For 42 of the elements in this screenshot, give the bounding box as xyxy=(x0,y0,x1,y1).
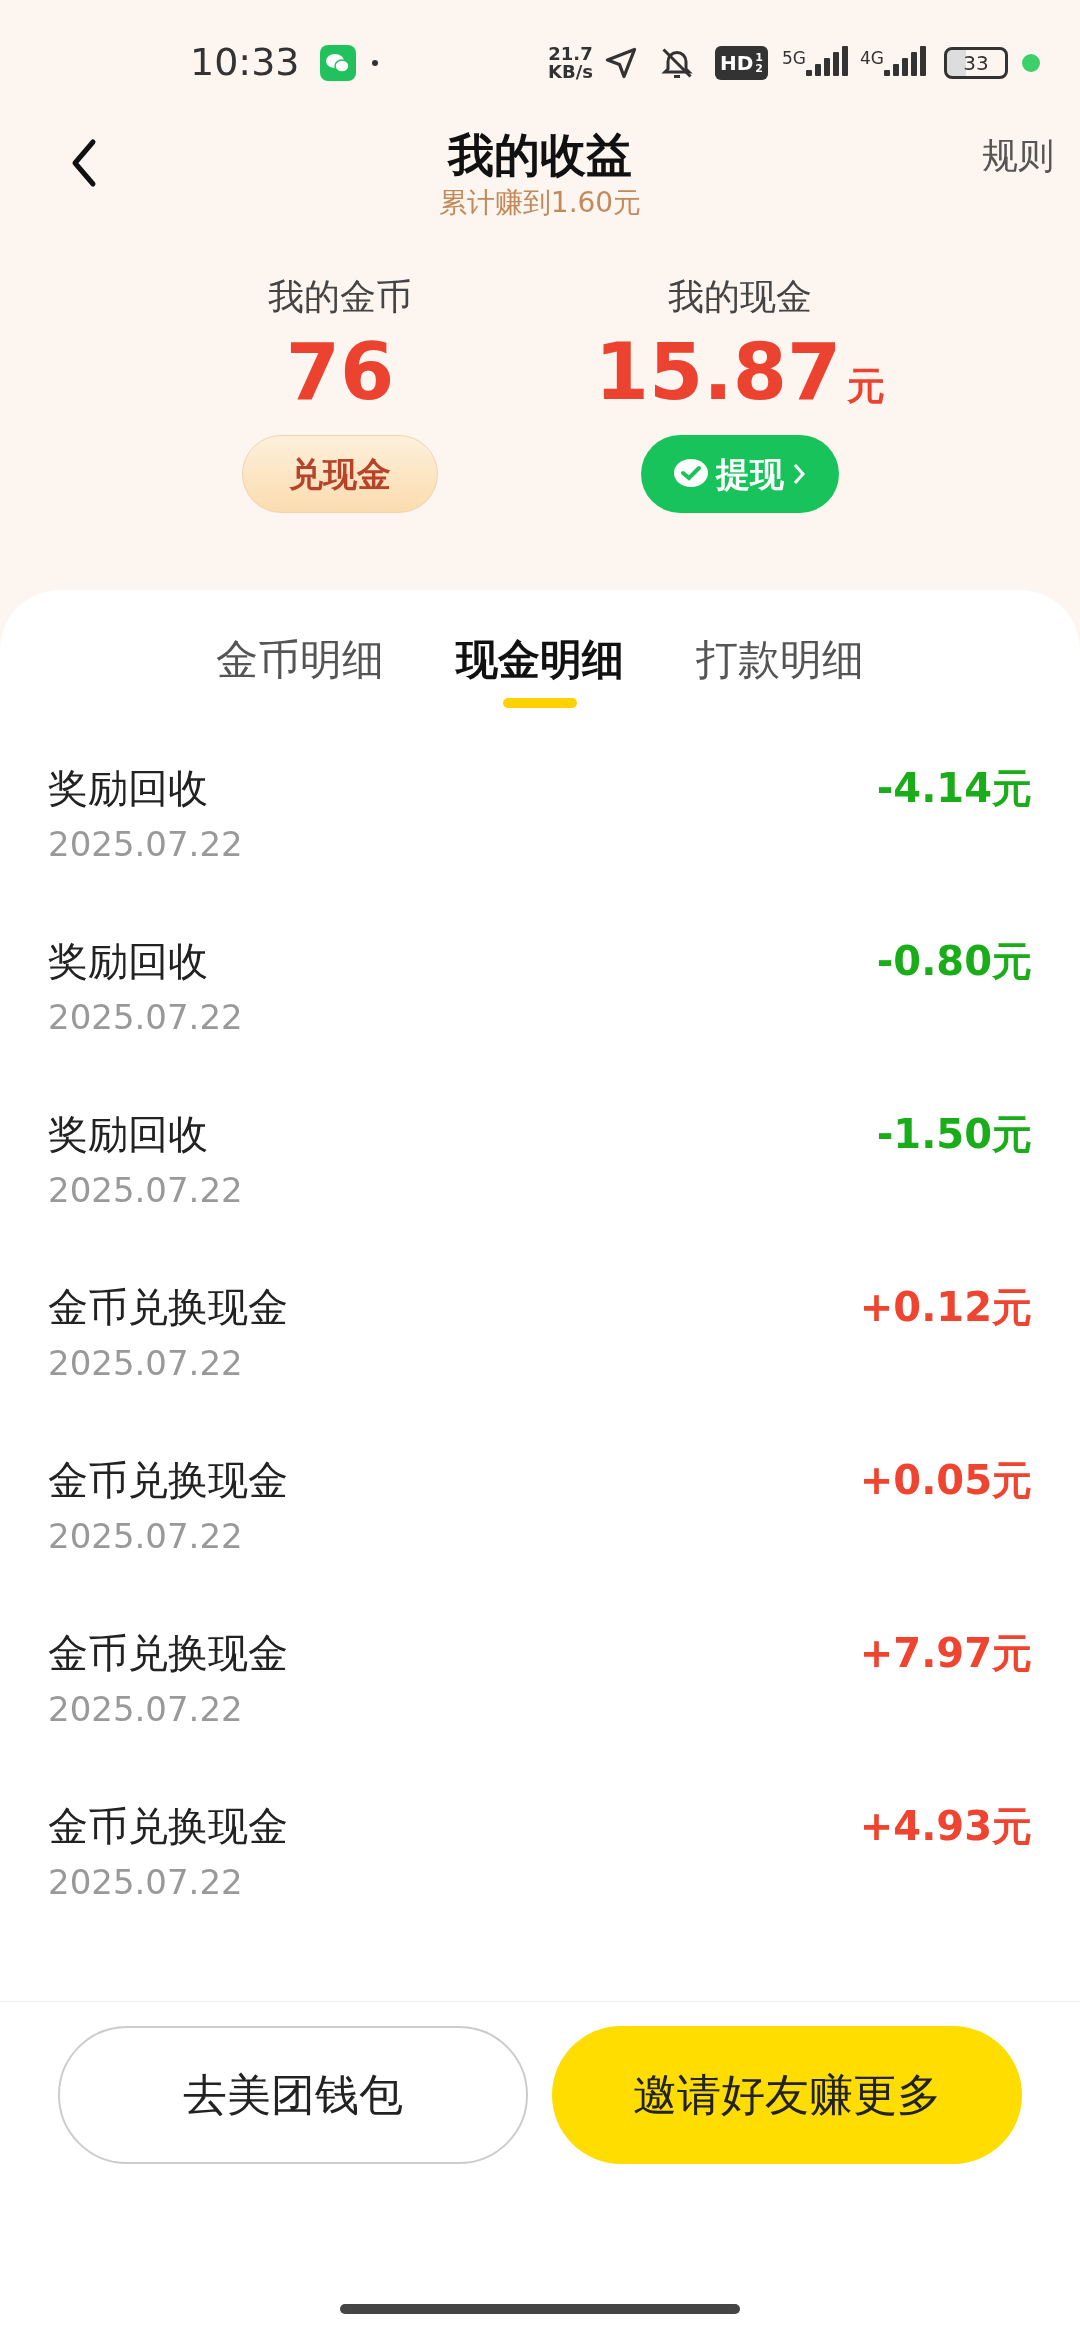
record-title: 金币兑换现金 xyxy=(48,1456,288,1505)
exchange-button[interactable]: 兑现金 xyxy=(242,435,438,513)
battery-icon: 33 xyxy=(944,46,1008,79)
total-earned: 累计赚到1.60元 xyxy=(438,185,642,221)
record-amount: -1.50元 xyxy=(876,1110,1032,1159)
record-title: 金币兑换现金 xyxy=(48,1283,288,1332)
record-date: 2025.07.22 xyxy=(48,1515,244,1558)
record-title: 奖励回收 xyxy=(48,764,209,813)
summary-label: 我的金币 xyxy=(268,275,412,319)
record-title: 奖励回收 xyxy=(48,1110,209,1159)
tab[interactable]: 金币明细 xyxy=(216,632,384,730)
record-date: 2025.07.22 xyxy=(48,1861,244,1904)
record-date: 2025.07.22 xyxy=(48,996,243,1039)
tab[interactable]: 现金明细 xyxy=(456,632,624,730)
tab[interactable]: 打款明细 xyxy=(696,632,864,730)
page-title: 我的收益 xyxy=(448,127,632,184)
record-title: 金币兑换现金 xyxy=(48,1629,288,1678)
wallet-button[interactable]: 去美团钱包 xyxy=(58,2026,528,2164)
record-amount: -0.80元 xyxy=(876,937,1032,986)
network-type: 5G xyxy=(782,46,806,70)
status-time: 10:33 xyxy=(190,39,300,86)
unit-label: 元 xyxy=(847,363,886,410)
invite-button[interactable]: 邀请好友赚更多 xyxy=(552,2026,1022,2164)
summary-value: 15.87 xyxy=(594,327,842,417)
record-title: 金币兑换现金 xyxy=(48,1802,288,1851)
chat-app-icon xyxy=(319,44,356,81)
summary-label: 我的现金 xyxy=(668,275,812,319)
rules-link[interactable]: 规则 xyxy=(982,129,1054,183)
record-amount: +0.05元 xyxy=(859,1456,1032,1505)
record-amount: +7.97元 xyxy=(859,1629,1032,1678)
record-date: 2025.07.22 xyxy=(48,1342,244,1385)
record-title: 奖励回收 xyxy=(48,937,209,986)
record-amount: +4.93元 xyxy=(859,1802,1032,1851)
speed-unit: KB/s xyxy=(548,62,593,81)
summary-value: 76 xyxy=(285,327,395,417)
record-amount: +0.12元 xyxy=(859,1283,1032,1332)
record-date: 2025.07.22 xyxy=(48,1169,243,1212)
record-date: 2025.07.22 xyxy=(48,823,243,866)
network-speed: 21.7 xyxy=(548,44,593,63)
record-amount: -4.14元 xyxy=(876,764,1032,813)
network-type: 4G xyxy=(860,46,884,70)
record-date: 2025.07.22 xyxy=(48,1688,244,1731)
